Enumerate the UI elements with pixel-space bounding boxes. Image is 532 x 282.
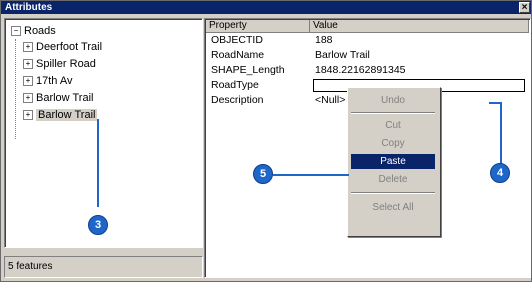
feature-tree: − Roads + Deerfoot Trail + Spiller Road +17… bbox=[4, 18, 203, 248]
close-button[interactable]: × bbox=[519, 2, 530, 13]
property-name: RoadType bbox=[211, 79, 259, 91]
tree-root-roads[interactable]: − Roads bbox=[11, 25, 56, 37]
menu-item-delete[interactable]: Delete bbox=[351, 172, 435, 187]
attributes-window: Attributes × − Roads + Deerfoot Trail + Spi… bbox=[0, 0, 532, 282]
tree-item[interactable]: + Barlow Trail bbox=[23, 92, 93, 104]
column-header-property[interactable]: Property bbox=[206, 20, 310, 33]
property-name: SHAPE_Length bbox=[211, 64, 285, 76]
tree-root-label: Roads bbox=[24, 25, 56, 37]
tree-item[interactable]: +17th Av bbox=[23, 75, 73, 87]
menu-separator bbox=[351, 112, 435, 114]
tree-item-label: Barlow Trail bbox=[36, 109, 98, 122]
property-name: Description bbox=[211, 94, 264, 106]
callout-badge-5: 5 bbox=[253, 164, 273, 184]
menu-item-select-all[interactable]: Select All bbox=[351, 200, 435, 215]
property-value[interactable]: 188 bbox=[315, 35, 333, 46]
column-header-label: Value bbox=[313, 20, 338, 31]
feature-count: 5 features bbox=[8, 261, 53, 272]
window-title: Attributes bbox=[5, 2, 53, 13]
property-value[interactable]: <Null> bbox=[315, 95, 345, 106]
expand-icon[interactable]: + bbox=[23, 42, 33, 53]
tree-item-label: Deerfoot Trail bbox=[36, 41, 103, 54]
property-value[interactable]: Barlow Trail bbox=[315, 50, 370, 61]
tree-item-selected[interactable]: + Barlow Trail bbox=[23, 109, 98, 122]
title-bar[interactable]: Attributes × bbox=[1, 1, 531, 14]
tree-item-label: Barlow Trail bbox=[36, 92, 94, 105]
tree-item[interactable]: + Deerfoot Trail bbox=[23, 41, 102, 53]
expand-icon[interactable]: + bbox=[23, 76, 33, 87]
tree-item[interactable]: + Spiller Road bbox=[23, 58, 96, 70]
property-name: OBJECTID bbox=[211, 34, 263, 46]
menu-item-paste[interactable]: Paste bbox=[351, 154, 435, 169]
tree-item-label: Spiller Road bbox=[36, 58, 96, 71]
property-value[interactable]: 1848.22162891345 bbox=[315, 65, 406, 76]
menu-separator bbox=[351, 192, 435, 194]
callout-badge-3: 3 bbox=[88, 215, 108, 235]
column-header-label: Property bbox=[209, 20, 247, 31]
callout-badge-4: 4 bbox=[490, 163, 510, 183]
expand-icon[interactable]: + bbox=[23, 110, 33, 121]
callout-3-line bbox=[97, 119, 99, 207]
expand-icon[interactable]: + bbox=[23, 93, 33, 104]
tree-item-label: 17th Av bbox=[36, 75, 73, 88]
close-icon: × bbox=[521, 2, 528, 13]
expand-icon[interactable]: + bbox=[23, 59, 33, 70]
callout-4-line-v bbox=[500, 102, 502, 164]
menu-item-cut[interactable]: Cut bbox=[351, 118, 435, 133]
column-header-value[interactable]: Value bbox=[310, 20, 529, 33]
menu-item-copy[interactable]: Copy bbox=[351, 136, 435, 151]
status-bar: 5 features bbox=[4, 256, 203, 278]
collapse-icon[interactable]: − bbox=[11, 26, 21, 37]
callout-5-line bbox=[273, 174, 349, 176]
tree-connector-line bbox=[15, 39, 16, 139]
menu-item-undo[interactable]: Undo bbox=[351, 93, 435, 108]
property-name: RoadName bbox=[211, 49, 265, 61]
context-menu: Undo Cut Copy Paste Delete Select All bbox=[347, 87, 441, 237]
